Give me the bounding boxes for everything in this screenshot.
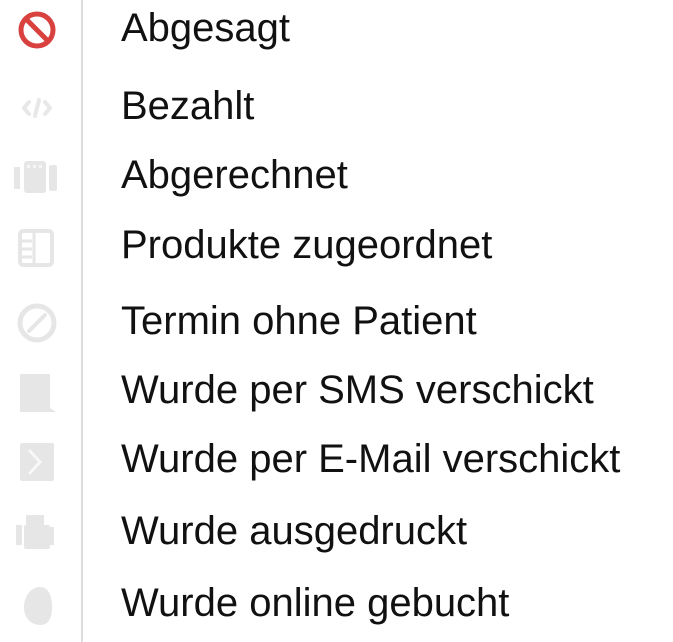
no-patient-icon [17, 303, 57, 343]
legend-label: Wurde per E-Mail verschickt [121, 437, 621, 481]
cancel-icon [18, 11, 56, 49]
legend-item-no-patient: Termin ohne Patient [0, 293, 673, 353]
legend-item-sent-sms: Wurde per SMS verschickt [0, 362, 673, 422]
sms-icon [20, 374, 56, 412]
legend-label: Abgesagt [121, 6, 291, 50]
legend-item-booked-online: Wurde online gebucht [0, 575, 673, 635]
legend-label: Wurde ausgedruckt [121, 509, 468, 553]
products-icon [18, 229, 54, 267]
legend-label: Wurde per SMS verschickt [121, 368, 594, 412]
legend-item-paid: Bezahlt [0, 78, 673, 138]
online-booking-icon [24, 587, 52, 625]
legend-item-sent-email: Wurde per E-Mail verschickt [0, 431, 673, 491]
legend-item-billed: Abgerechnet [0, 147, 673, 207]
legend-label: Wurde online gebucht [121, 581, 510, 625]
email-icon [20, 443, 54, 481]
billed-icon [14, 161, 57, 193]
payment-icon [22, 98, 52, 118]
legend-label: Bezahlt [121, 84, 255, 128]
legend-item-products-assigned: Produkte zugeordnet [0, 217, 673, 277]
legend-label: Termin ohne Patient [121, 299, 477, 343]
print-icon [16, 515, 54, 549]
legend-item-printed: Wurde ausgedruckt [0, 503, 673, 563]
legend-label: Abgerechnet [121, 153, 348, 197]
legend-label: Produkte zugeordnet [121, 223, 493, 267]
legend-item-cancelled: Abgesagt [0, 0, 673, 60]
